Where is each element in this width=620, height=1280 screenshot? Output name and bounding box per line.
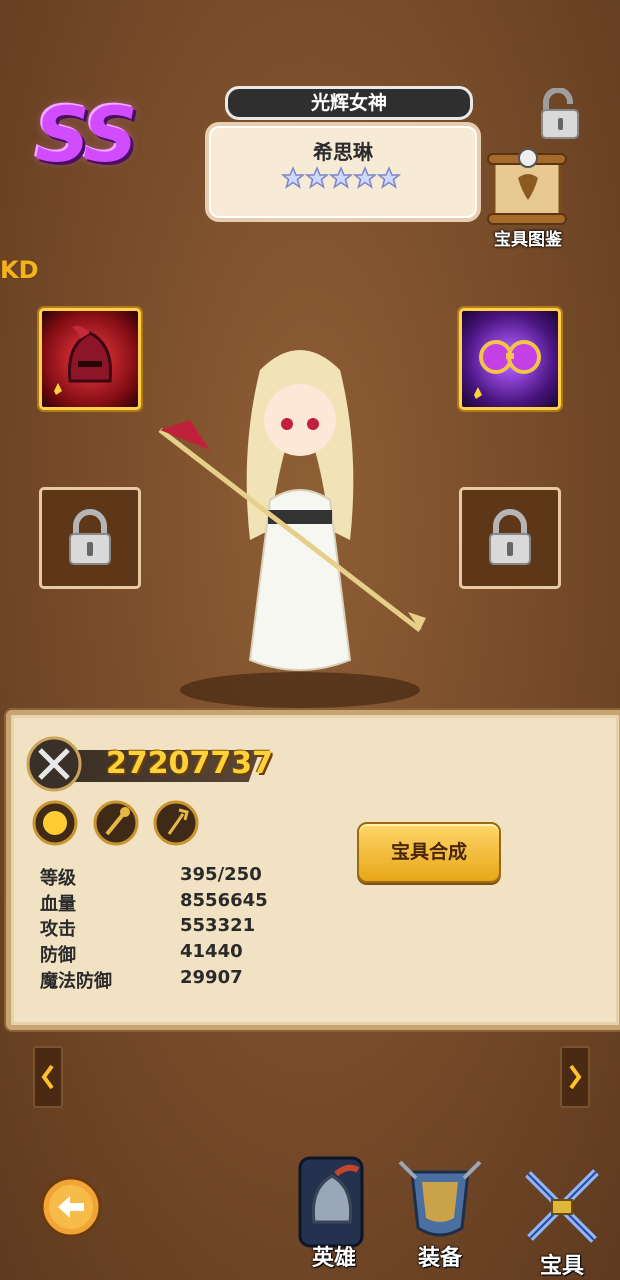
stat-label: 攻击 xyxy=(40,919,76,940)
nav-hero-label: 英雄 xyxy=(311,1246,356,1271)
next-hero-button[interactable] xyxy=(560,1046,590,1108)
stat-row-hp: 血量 8556645 xyxy=(40,890,280,915)
star-icon xyxy=(329,166,353,189)
stat-value: 395/250 xyxy=(180,864,262,885)
stat-value: 29907 xyxy=(180,967,243,988)
star-icon xyxy=(377,166,401,189)
stat-value: 41440 xyxy=(180,941,243,962)
hero-name: 希思琳 xyxy=(313,140,373,164)
stat-label: 等级 xyxy=(40,868,76,889)
combat-power-badge xyxy=(26,736,82,792)
stat-label: 血量 xyxy=(40,894,76,915)
chevron-left-icon xyxy=(41,1064,54,1090)
side-label: KD xyxy=(0,256,39,284)
treasure-slot-2[interactable] xyxy=(459,308,561,410)
lock-icon xyxy=(541,87,579,139)
skill-3[interactable] xyxy=(153,800,199,846)
stat-row-level: 等级 395/250 xyxy=(40,864,280,889)
red-helmet-icon xyxy=(54,325,113,395)
gold-scepter-skill-icon xyxy=(93,800,139,846)
gold-trident-skill-icon xyxy=(153,800,199,846)
nav-treasure-label: 宝具 xyxy=(539,1254,584,1279)
star-icon xyxy=(305,166,329,189)
star-rating xyxy=(281,166,401,190)
combat-power-value: 27207737 xyxy=(106,746,273,781)
lock-icon xyxy=(489,509,531,565)
skill-2[interactable] xyxy=(93,800,139,846)
back-button[interactable] xyxy=(40,1176,102,1238)
rank-badge: SS xyxy=(35,90,138,179)
stat-label: 魔法防御 xyxy=(40,971,112,992)
nav-equipment[interactable]: 装备 xyxy=(392,1152,488,1272)
skill-1[interactable] xyxy=(32,800,78,846)
crossed-blades-icon xyxy=(525,1169,599,1243)
stat-row-attack: 攻击 553321 xyxy=(40,915,280,940)
star-icon xyxy=(353,166,377,189)
stat-row-defense: 防御 41440 xyxy=(40,941,280,966)
codex-label: 宝具图鉴 xyxy=(494,230,562,250)
nav-treasure[interactable]: 宝具 xyxy=(514,1160,610,1280)
chevron-right-icon xyxy=(569,1064,582,1090)
gold-orb-skill-icon xyxy=(32,800,78,846)
lock-button[interactable] xyxy=(534,87,586,140)
nav-equipment-label: 装备 xyxy=(417,1246,462,1271)
scroll-codex-icon xyxy=(487,148,567,225)
hero-title: 光辉女神 xyxy=(225,86,473,120)
armor-icon xyxy=(398,1160,482,1237)
stat-row-magic-defense: 魔法防御 29907 xyxy=(40,967,280,992)
lock-icon xyxy=(69,509,111,565)
star-icon xyxy=(281,166,305,189)
treasure-codex-button[interactable]: 宝具图鉴 xyxy=(478,148,578,250)
hero-helmet-icon xyxy=(298,1156,364,1248)
hero-name-card: 希思琳 xyxy=(205,122,481,222)
treasure-slot-4-locked[interactable] xyxy=(459,487,561,589)
stat-value: 553321 xyxy=(180,915,256,936)
stat-value: 8556645 xyxy=(180,890,268,911)
treasure-merge-button[interactable]: 宝具合成 xyxy=(357,822,501,883)
purple-goggles-icon xyxy=(474,340,541,399)
nav-hero[interactable]: 英雄 xyxy=(286,1152,382,1272)
crossed-swords-icon xyxy=(26,736,82,792)
back-arrow-icon xyxy=(40,1176,102,1238)
previous-hero-button[interactable] xyxy=(33,1046,63,1108)
stat-label: 防御 xyxy=(40,945,76,966)
hero-character xyxy=(150,340,440,720)
treasure-slot-3-locked[interactable] xyxy=(39,487,141,589)
treasure-slot-1[interactable] xyxy=(39,308,141,410)
